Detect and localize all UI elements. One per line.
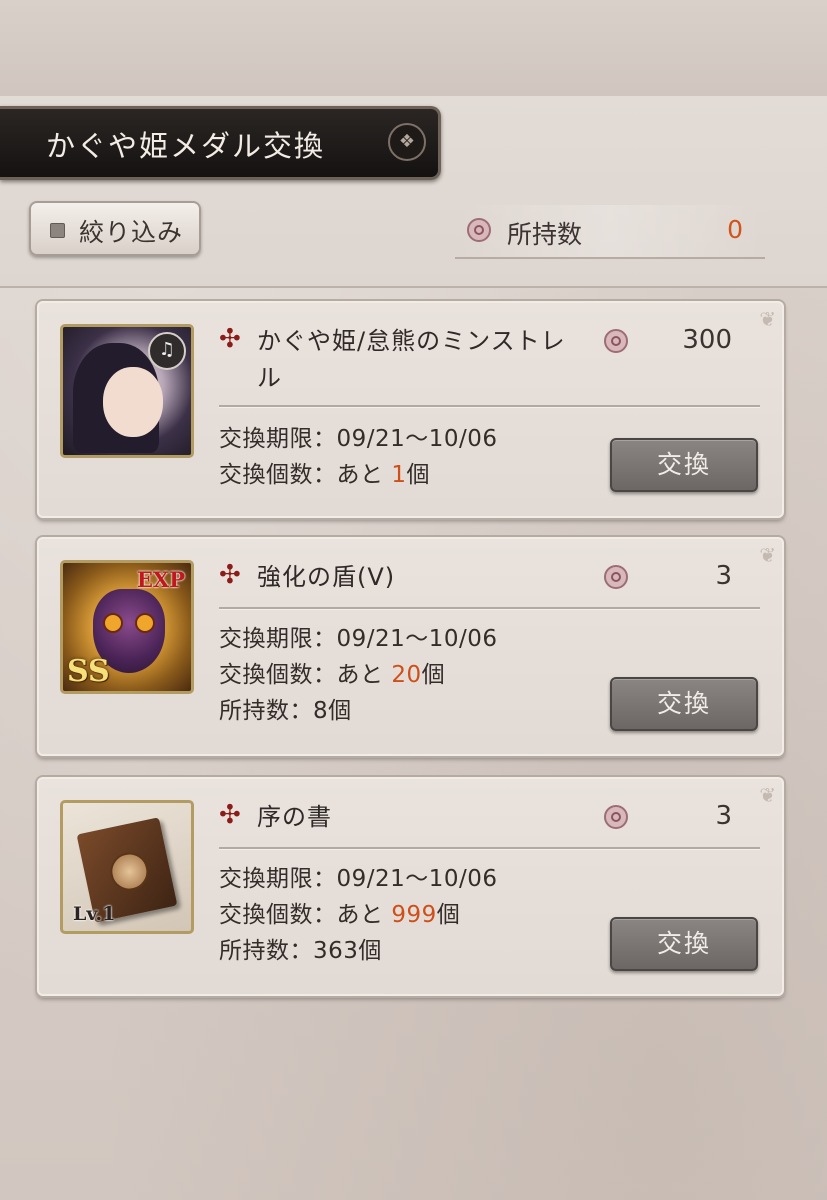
item-cost: 3 [715, 561, 732, 591]
filter-checkbox-icon [50, 223, 65, 238]
lyre-icon: ♫ [148, 332, 186, 370]
period-value: 09/21～10/06 [336, 426, 498, 452]
owned-value: 8個 [313, 698, 352, 724]
limit-value: 1 [391, 462, 407, 488]
limit-unit: 個 [421, 662, 446, 688]
medal-icon [467, 218, 491, 242]
divider [219, 607, 760, 610]
limit-label: 交換個数：あと [219, 662, 384, 688]
exp-mask-icon[interactable]: EXP SS [60, 560, 194, 694]
filter-button[interactable]: 絞り込み [29, 201, 201, 256]
medal-icon [604, 329, 628, 353]
cross-icon: ✣ [219, 800, 241, 830]
owned-medals: 所持数 0 [455, 205, 765, 259]
medal-icon [604, 565, 628, 589]
divider [219, 847, 760, 850]
exchange-item-3: ❦ Lv.1 ✣ 序の書 3 交換期限：09/21～10/06 交換個数：あと … [37, 777, 784, 996]
limit-label: 交換個数：あと [219, 902, 384, 928]
page-title: かぐや姫メダル交換 [46, 129, 326, 163]
item-name: 強化の盾(V) [257, 563, 396, 591]
owned-value: 0 [727, 215, 743, 244]
period-label: 交換期限： [219, 426, 337, 452]
rank-badge: SS [67, 654, 110, 689]
limit-value: 999 [391, 902, 437, 928]
exchange-button[interactable]: 交換 [610, 677, 758, 731]
level-badge: Lv.1 [73, 903, 116, 925]
corner-ornament-icon: ❦ [759, 307, 776, 331]
period-label: 交換期限： [219, 866, 337, 892]
book-icon[interactable]: Lv.1 [60, 800, 194, 934]
medal-icon [604, 805, 628, 829]
owned-label: 所持数： [219, 938, 313, 964]
exchange-button[interactable]: 交換 [610, 438, 758, 492]
item-cost: 300 [682, 325, 732, 355]
divider [219, 405, 760, 408]
period-value: 09/21～10/06 [336, 866, 498, 892]
period-label: 交換期限： [219, 626, 337, 652]
period-value: 09/21～10/06 [336, 626, 498, 652]
title-bar: かぐや姫メダル交換 ❖ [0, 106, 441, 180]
exchange-button[interactable]: 交換 [610, 917, 758, 971]
owned-label: 所持数： [219, 698, 313, 724]
character-portrait-icon[interactable]: ♫ [60, 324, 194, 458]
limit-unit: 個 [436, 902, 461, 928]
item-info: 交換期限：09/21～10/06 交換個数：あと 20個 所持数：8個 [219, 621, 498, 729]
book-emblem [106, 849, 152, 895]
cross-icon: ✣ [219, 560, 241, 590]
limit-label: 交換個数：あと [219, 462, 384, 488]
corner-ornament-icon: ❦ [759, 783, 776, 807]
corner-ornament-icon: ❦ [759, 543, 776, 567]
filter-label: 絞り込み [79, 218, 184, 247]
limit-value: 20 [391, 662, 422, 688]
ornament-icon: ❖ [388, 123, 426, 161]
item-name: かぐや姫/怠熊のミンストレル [257, 327, 566, 392]
item-cost: 3 [715, 801, 732, 831]
mask-eye-left [103, 613, 123, 633]
item-info: 交換期限：09/21～10/06 交換個数：あと 1個 [219, 421, 498, 493]
item-info: 交換期限：09/21～10/06 交換個数：あと 999個 所持数：363個 [219, 861, 498, 969]
mask-eye-right [135, 613, 155, 633]
limit-unit: 個 [406, 462, 430, 488]
portrait-face [103, 367, 163, 437]
owned-label: 所持数 [507, 220, 583, 249]
exchange-item-2: ❦ EXP SS ✣ 強化の盾(V) 3 交換期限：09/21～10/06 交換… [37, 537, 784, 756]
top-strip [0, 0, 827, 98]
cross-icon: ✣ [219, 324, 241, 354]
owned-value: 363個 [313, 938, 382, 964]
exp-badge: EXP [136, 567, 185, 592]
item-name: 序の書 [257, 803, 332, 831]
exchange-item-1: ❦ ♫ ✣ かぐや姫/怠熊のミンストレル 300 交換期限：09/21～10/0… [37, 301, 784, 518]
